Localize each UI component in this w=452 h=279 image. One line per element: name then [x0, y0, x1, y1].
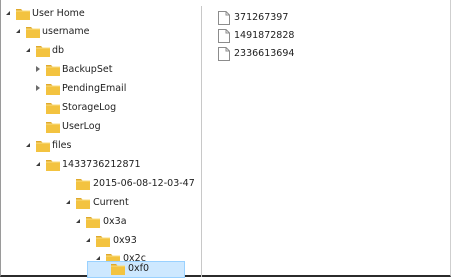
folder-tree-pane[interactable]: User Home username db BackupSet PendingE…: [2, 6, 202, 278]
folder-icon: [45, 101, 61, 115]
folder-icon: [45, 82, 61, 96]
expand-arrow-icon[interactable]: [15, 27, 23, 37]
tree-item-label: BackupSet: [62, 64, 113, 75]
folder-icon: [75, 196, 91, 210]
tree-item-label: Current: [93, 197, 129, 208]
tree-item-backupset[interactable]: BackupSet: [2, 62, 201, 78]
tree-item-user-home[interactable]: User Home: [2, 6, 201, 22]
folder-icon: [45, 63, 61, 77]
file-icon: [218, 47, 230, 61]
folder-icon: [75, 177, 91, 191]
tree-item-label: UserLog: [62, 121, 101, 132]
expand-arrow-icon[interactable]: [25, 46, 33, 56]
collapse-arrow-icon[interactable]: [35, 65, 43, 75]
collapse-arrow-icon[interactable]: [35, 84, 43, 94]
tree-item-label: 0x93: [113, 235, 137, 246]
tree-item-files[interactable]: files: [2, 138, 201, 154]
tree-item-0xf0[interactable]: 0xf0: [2, 261, 201, 278]
tree-item-0x3a[interactable]: 0x3a: [2, 214, 201, 230]
tree-item-label: 2015-06-08-12-03-47: [93, 178, 195, 189]
tree-item-label: PendingEmail: [62, 83, 127, 94]
tree-item-label: StorageLog: [62, 102, 117, 113]
file-item[interactable]: 2336613694: [218, 46, 338, 62]
tree-item-pendingemail[interactable]: PendingEmail: [2, 81, 201, 97]
tree-item-label: 0xf0: [128, 263, 150, 274]
expand-arrow-icon[interactable]: [25, 141, 33, 151]
file-item[interactable]: 371267397: [218, 10, 338, 26]
tree-item-1433736212871[interactable]: 1433736212871: [2, 157, 201, 173]
folder-icon: [35, 44, 51, 58]
tree-item-label: User Home: [32, 8, 85, 19]
folder-icon: [45, 158, 61, 172]
expand-arrow-icon[interactable]: [75, 217, 83, 227]
tree-item-username[interactable]: username: [2, 24, 201, 40]
file-icon: [218, 29, 230, 43]
file-item[interactable]: 1491872828: [218, 28, 338, 44]
file-name: 371267397: [234, 12, 289, 23]
folder-icon: [35, 139, 51, 153]
explorer-window: User Home username db BackupSet PendingE…: [0, 0, 451, 278]
tree-item-label: username: [42, 26, 90, 37]
expand-arrow-icon[interactable]: [65, 198, 73, 208]
expand-arrow-icon[interactable]: [5, 9, 13, 19]
file-name: 2336613694: [234, 48, 295, 59]
tree-item-2015-06-08-12-03-47[interactable]: 2015-06-08-12-03-47: [2, 176, 201, 192]
folder-icon: [15, 7, 31, 21]
tree-item-0x93[interactable]: 0x93: [2, 233, 201, 249]
tree-item-label: db: [52, 45, 65, 56]
file-icon: [218, 11, 230, 25]
file-name: 1491872828: [234, 30, 295, 41]
folder-icon: [110, 262, 126, 276]
folder-icon: [45, 120, 61, 134]
tree-item-label: 1433736212871: [62, 159, 141, 170]
folder-icon: [25, 25, 41, 39]
folder-icon: [95, 234, 111, 248]
tree-item-current[interactable]: Current: [2, 195, 201, 211]
tree-item-userlog[interactable]: UserLog: [2, 119, 201, 135]
tree-item-label: files: [52, 140, 72, 151]
tree-item-db[interactable]: db: [2, 43, 201, 59]
tree-item-label: 0x3a: [103, 216, 127, 227]
folder-icon: [85, 215, 101, 229]
expand-arrow-icon[interactable]: [35, 160, 43, 170]
expand-arrow-icon[interactable]: [85, 236, 93, 246]
tree-item-storagelog[interactable]: StorageLog: [2, 100, 201, 116]
